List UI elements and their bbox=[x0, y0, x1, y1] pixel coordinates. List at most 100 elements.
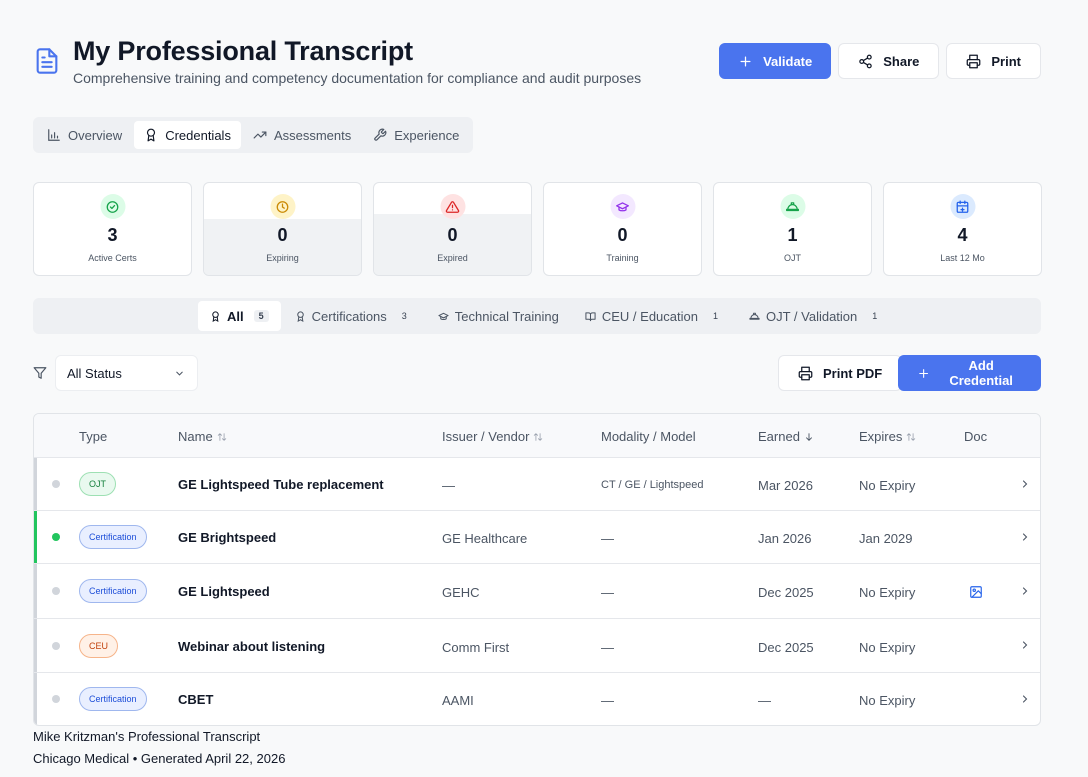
category-filter-bar: All 5 Certifications 3 Technical Trainin… bbox=[33, 298, 1041, 334]
filter-tab-technical-training[interactable]: Technical Training bbox=[426, 301, 571, 331]
calendar-plus-icon bbox=[950, 194, 975, 219]
issuer: AAMI bbox=[442, 693, 474, 708]
stat-label: Training bbox=[606, 253, 639, 263]
column-doc: Doc bbox=[964, 429, 987, 444]
table-row[interactable]: Certification CBET AAMI — — No Expiry bbox=[34, 673, 1040, 725]
view-tabs: Overview Credentials Assessments Experie… bbox=[33, 117, 474, 153]
check-circle-icon bbox=[100, 194, 125, 219]
row-status-bar bbox=[34, 673, 37, 725]
column-type-label: Type bbox=[79, 429, 108, 444]
column-expires[interactable]: Expires bbox=[859, 429, 916, 444]
tab-assessments[interactable]: Assessments bbox=[243, 121, 361, 149]
arrow-down-icon bbox=[805, 432, 812, 441]
book-open-icon bbox=[585, 311, 596, 321]
stat-label: Expired bbox=[437, 253, 468, 263]
row-status-bar bbox=[34, 458, 37, 510]
type-badge: CEU bbox=[79, 634, 119, 658]
page-subtitle: Comprehensive training and competency do… bbox=[73, 70, 642, 86]
modality: — bbox=[601, 693, 614, 708]
column-name-label: Name bbox=[178, 429, 213, 444]
image-document-icon[interactable] bbox=[969, 585, 983, 599]
type-badge: Certification bbox=[79, 687, 147, 711]
tab-experience[interactable]: Experience bbox=[363, 121, 469, 149]
page-title: My Professional Transcript bbox=[73, 36, 413, 66]
print-pdf-button[interactable]: Print PDF bbox=[778, 355, 903, 391]
wrench-icon bbox=[374, 128, 387, 141]
bar-chart-icon bbox=[48, 129, 60, 141]
status-dot bbox=[52, 480, 60, 488]
filter-tab-ojt-validation[interactable]: OJT / Validation 1 bbox=[737, 301, 894, 331]
filter-tab-all[interactable]: All 5 bbox=[198, 301, 281, 331]
tab-experience-label: Experience bbox=[394, 127, 460, 143]
row-status-bar bbox=[34, 619, 37, 672]
plus-icon bbox=[919, 368, 929, 378]
table-row[interactable]: Certification GE Brightspeed GE Healthca… bbox=[34, 511, 1040, 564]
expires-date: No Expiry bbox=[859, 585, 916, 600]
sort-icon bbox=[907, 432, 916, 441]
column-issuer[interactable]: Issuer / Vendor bbox=[442, 429, 543, 444]
chevron-right-icon[interactable] bbox=[1019, 531, 1031, 543]
share-button[interactable]: Share bbox=[838, 43, 940, 79]
chevron-right-icon[interactable] bbox=[1019, 639, 1031, 651]
trending-up-icon bbox=[253, 131, 267, 139]
modality: — bbox=[601, 531, 614, 546]
clock-icon bbox=[270, 194, 295, 219]
stat-active-certs[interactable]: 3 Active Certs bbox=[33, 182, 192, 276]
filter-tab-certifications[interactable]: Certifications 3 bbox=[283, 301, 424, 331]
status-dot bbox=[52, 642, 60, 650]
stat-value: 0 bbox=[447, 225, 458, 245]
status-dot bbox=[52, 533, 60, 541]
type-badge: Certification bbox=[79, 525, 147, 549]
earned-date: — bbox=[758, 693, 771, 708]
tab-overview[interactable]: Overview bbox=[37, 121, 132, 149]
issuer: — bbox=[442, 478, 455, 493]
award-icon bbox=[147, 128, 156, 142]
stat-value: 3 bbox=[107, 225, 118, 245]
stat-last-12-mo[interactable]: 4 Last 12 Mo bbox=[883, 182, 1042, 276]
stat-value: 1 bbox=[787, 225, 798, 245]
stat-training[interactable]: 0 Training bbox=[543, 182, 702, 276]
alert-triangle-icon bbox=[440, 194, 465, 219]
tab-credentials[interactable]: Credentials bbox=[134, 121, 241, 149]
column-earned[interactable]: Earned bbox=[758, 429, 814, 444]
filter-tab-label: Certifications bbox=[311, 308, 387, 324]
validate-button[interactable]: Validate bbox=[719, 43, 832, 79]
stat-expiring[interactable]: 0 Expiring bbox=[203, 182, 362, 276]
stat-label: Expiring bbox=[266, 253, 299, 263]
chevron-right-icon[interactable] bbox=[1019, 478, 1031, 490]
hard-hat-icon bbox=[780, 194, 805, 219]
status-select[interactable]: All Status bbox=[55, 355, 198, 391]
filter-tab-label: Technical Training bbox=[454, 308, 559, 324]
stat-label: Active Certs bbox=[88, 253, 137, 263]
stat-ojt[interactable]: 1 OJT bbox=[713, 182, 872, 276]
transcript-owner: Mike Kritzman's Professional Transcript bbox=[33, 729, 261, 744]
table-row[interactable]: CEU Webinar about listening Comm First —… bbox=[34, 619, 1040, 673]
chevron-right-icon[interactable] bbox=[1019, 585, 1031, 597]
graduation-cap-icon bbox=[438, 312, 449, 320]
expires-date: Jan 2029 bbox=[859, 531, 913, 546]
expires-date: No Expiry bbox=[859, 478, 916, 493]
filter-tab-label: OJT / Validation bbox=[765, 308, 858, 324]
column-type: Type bbox=[79, 429, 107, 444]
status-select-value: All Status bbox=[67, 365, 122, 381]
modality: — bbox=[601, 640, 614, 655]
earned-date: Dec 2025 bbox=[758, 585, 814, 600]
stat-value: 0 bbox=[277, 225, 288, 245]
stat-expired[interactable]: 0 Expired bbox=[373, 182, 532, 276]
file-text-icon bbox=[36, 48, 58, 74]
table-row[interactable]: OJT GE Lightspeed Tube replacement — CT … bbox=[34, 458, 1040, 511]
add-credential-button[interactable]: Add Credential bbox=[898, 355, 1041, 391]
status-dot bbox=[52, 587, 60, 595]
stat-value: 4 bbox=[957, 225, 968, 245]
issuer: Comm First bbox=[442, 640, 510, 655]
print-button[interactable]: Print bbox=[946, 43, 1041, 79]
column-modality: Modality / Model bbox=[601, 429, 696, 444]
table-row[interactable]: Certification GE Lightspeed GEHC — Dec 2… bbox=[34, 564, 1040, 619]
type-badge: Certification bbox=[79, 579, 147, 603]
column-name[interactable]: Name bbox=[178, 429, 227, 444]
chevron-right-icon[interactable] bbox=[1019, 693, 1031, 705]
column-expires-label: Expires bbox=[859, 429, 903, 444]
count-badge: 3 bbox=[401, 311, 407, 321]
filter-icon bbox=[33, 367, 47, 379]
filter-tab-ceu-education[interactable]: CEU / Education 1 bbox=[573, 301, 735, 331]
